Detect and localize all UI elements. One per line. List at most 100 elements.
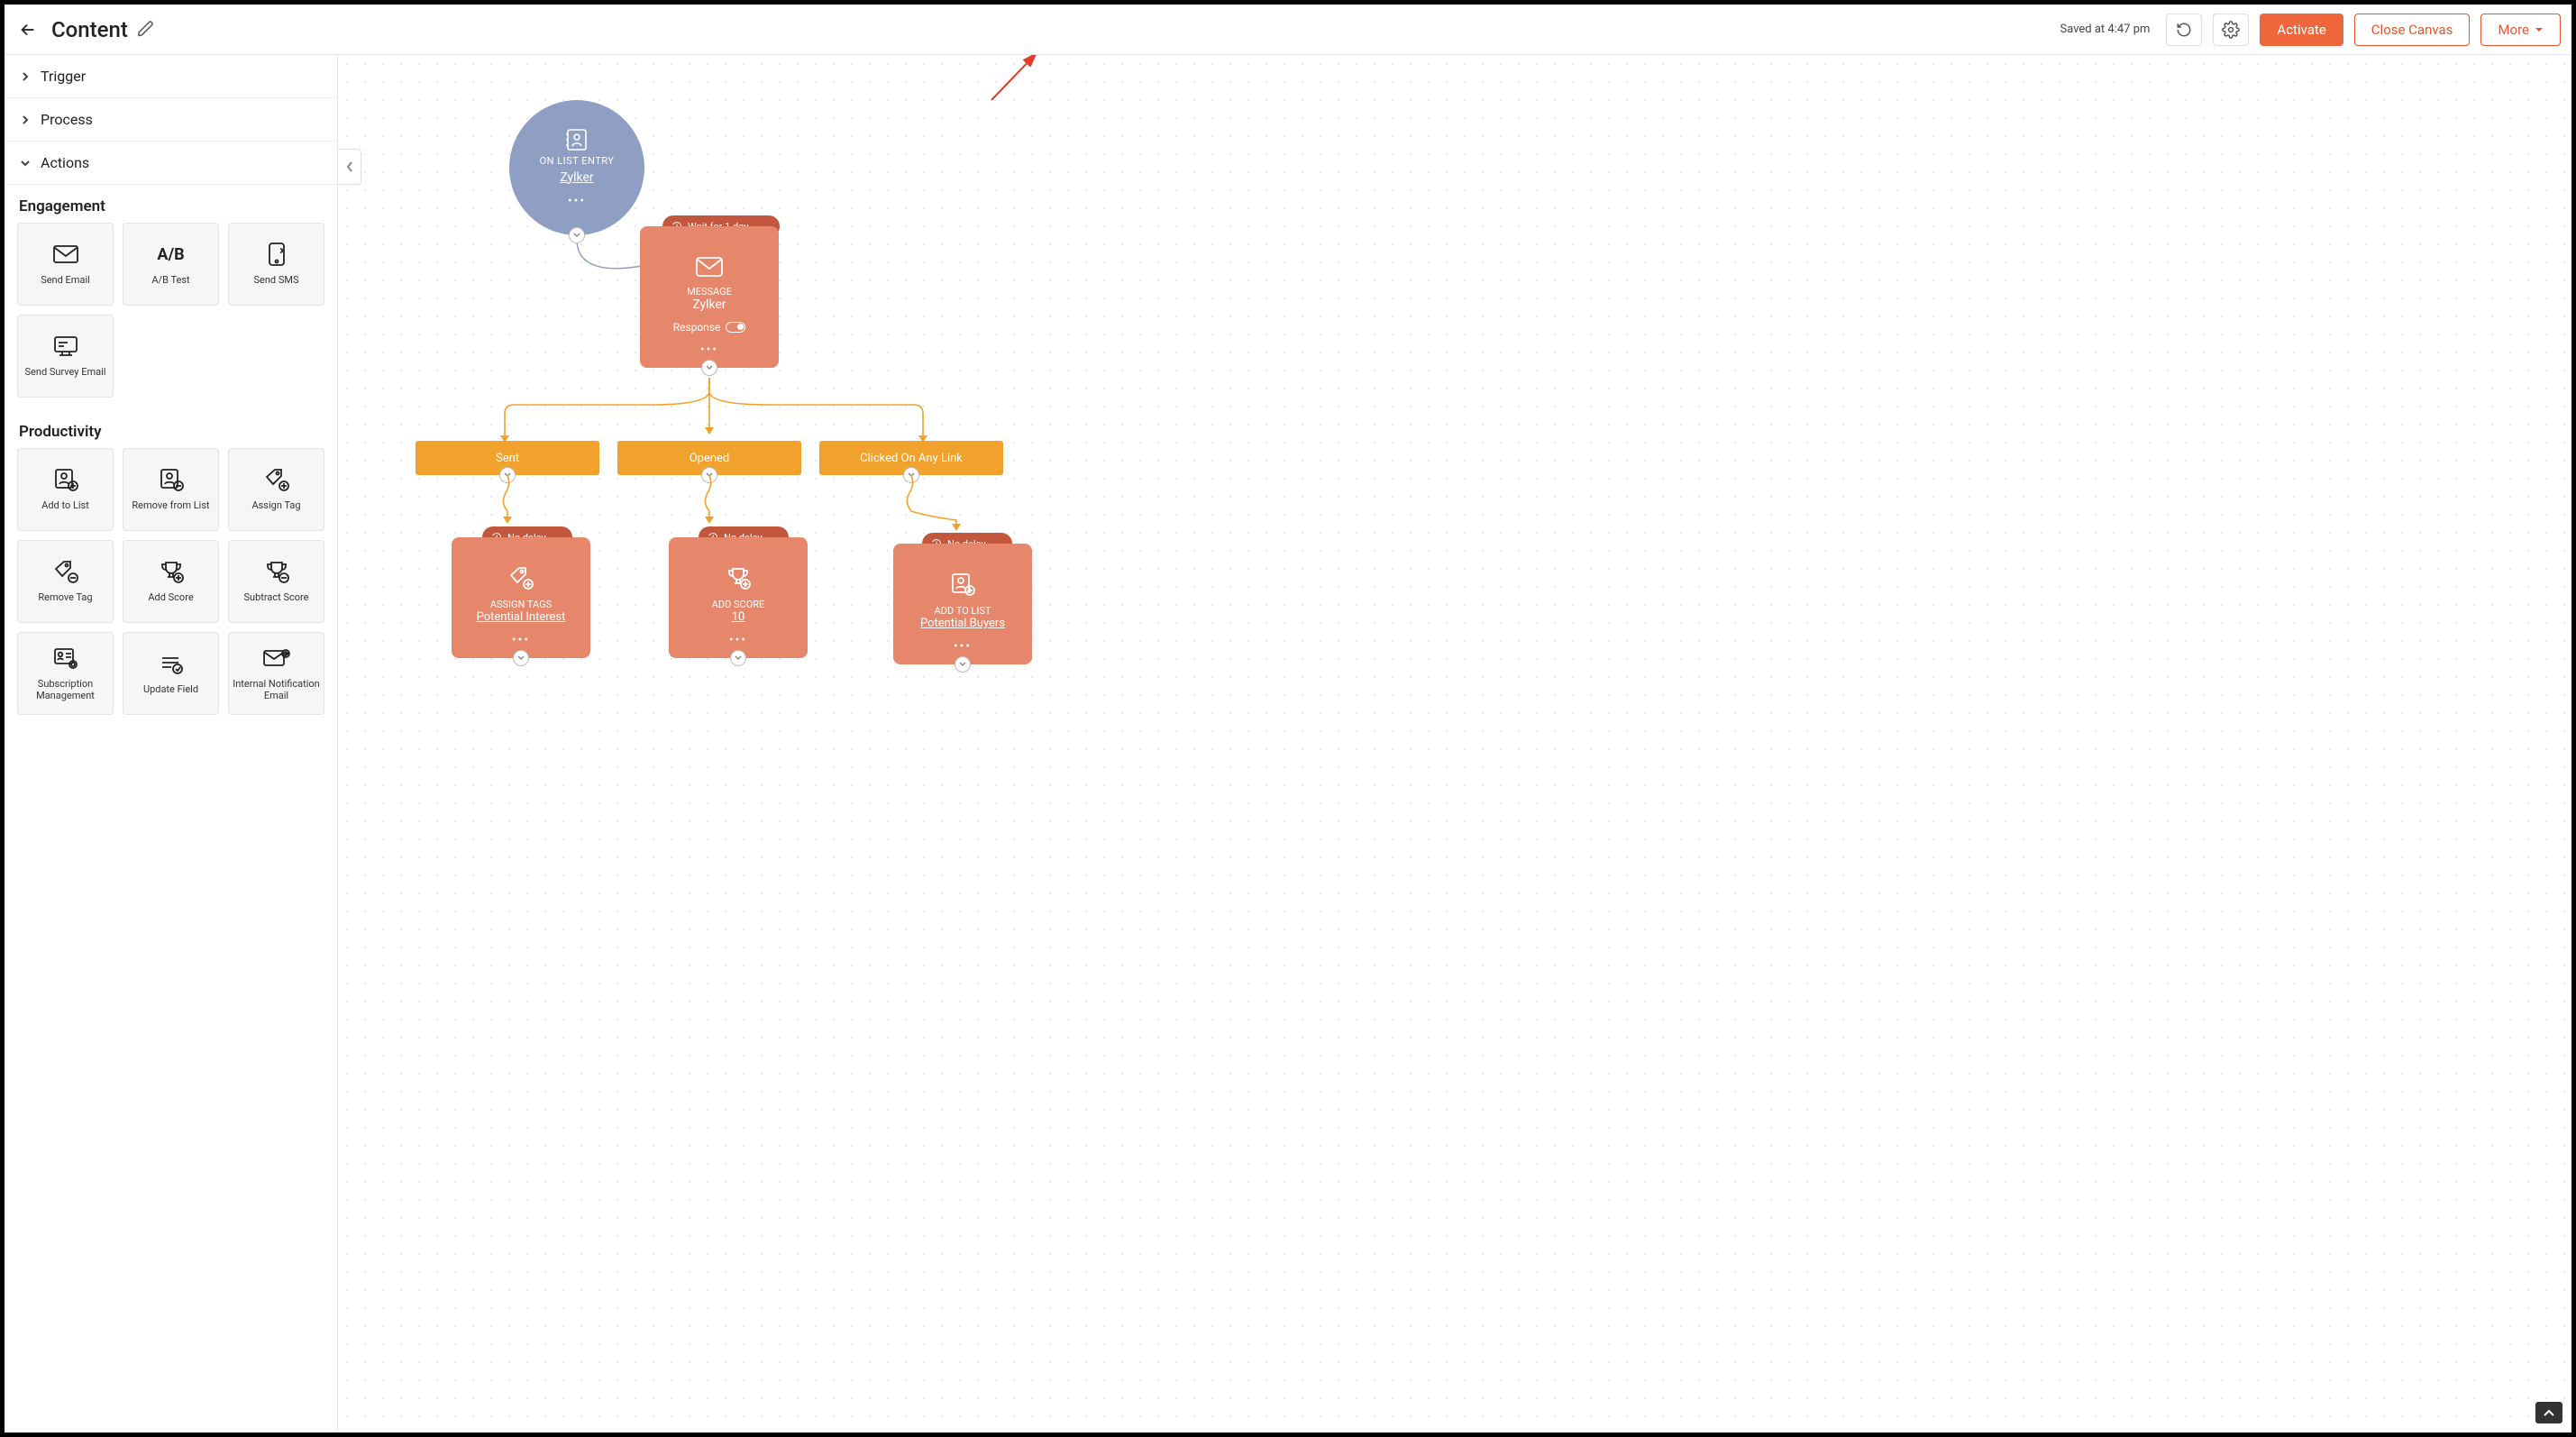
node-message[interactable]: MESSAGE Zylker Response ••• [640,226,779,368]
node-assign-tags[interactable]: ASSIGN TAGS Potential Interest ••• [452,537,590,658]
refresh-button[interactable] [2166,14,2202,46]
tile-subscription-management[interactable]: Subscription Management [17,632,114,715]
back-button[interactable] [15,17,41,42]
section-head-productivity: Productivity [5,410,337,448]
branch-clicked[interactable]: Clicked On Any Link [819,441,1003,475]
main: Trigger Process Actions Engagement Send … [5,55,2571,1432]
more-button[interactable]: More [2480,14,2561,46]
survey-icon [53,335,78,357]
trophy-subtract-icon [264,560,289,583]
branch-opened[interactable]: Opened [617,441,801,475]
notif-email-icon [263,648,290,668]
trigger-title: ON LIST ENTRY [540,155,615,167]
action-value: Potential Buyers [893,617,1032,630]
chevron-down-icon [572,231,581,240]
accordion-label: Process [41,111,93,128]
accordion-trigger[interactable]: Trigger [5,55,337,98]
productivity-grid: Add to List Remove from List Assign Tag … [5,448,337,728]
chevron-down-icon [907,471,916,480]
close-canvas-button[interactable]: Close Canvas [2354,14,2471,46]
tile-subtract-score[interactable]: Subtract Score [228,540,324,623]
canvas[interactable]: ON LIST ENTRY Zylker ••• Wait for 1 day … [338,55,2571,1432]
contact-icon [564,128,589,151]
tile-send-survey-email[interactable]: Send Survey Email [17,315,114,398]
tile-update-field[interactable]: Update Field [123,632,219,715]
more-dots-icon[interactable]: ••• [669,633,808,647]
title-wrap: Content [51,17,157,42]
engagement-grid: Send Email A/B A/B Test Send SMS Send Su… [5,223,337,410]
more-dots-icon[interactable]: ••• [568,194,586,208]
action-title: ADD TO LIST [893,605,1032,617]
edit-title-button[interactable] [137,20,157,40]
more-dots-icon[interactable]: ••• [893,639,1032,654]
header: Content Saved at 4:47 pm Activate Close … [5,5,2571,55]
action-value: 10 [669,610,808,624]
tag-add-icon [508,566,534,590]
action-title: ADD SCORE [669,599,808,610]
scroll-top-button[interactable] [2535,1402,2562,1423]
list-add-icon [53,468,78,491]
section-head-engagement: Engagement [5,185,337,223]
chevron-down-icon [958,660,967,669]
message-value: Zylker [640,297,779,312]
mail-icon [53,245,78,263]
tag-add-icon [264,468,289,491]
update-field-icon [159,653,184,674]
node-add-to-list[interactable]: ADD TO LIST Potential Buyers ••• [893,544,1032,664]
node-port[interactable] [701,467,717,483]
collapse-sidebar-button[interactable] [338,149,361,185]
ab-glyph-icon: A/B [158,242,185,267]
tile-send-sms[interactable]: Send SMS [228,223,324,306]
chevron-down-icon [503,471,512,480]
tile-remove-from-list[interactable]: Remove from List [123,448,219,531]
sidebar: Trigger Process Actions Engagement Send … [5,55,338,1432]
tile-add-score[interactable]: Add Score [123,540,219,623]
node-trigger[interactable]: ON LIST ENTRY Zylker ••• [509,100,644,235]
node-port[interactable] [513,650,529,666]
node-port[interactable] [569,227,585,243]
more-dots-icon[interactable]: ••• [452,633,590,647]
list-add-icon [950,572,975,596]
trigger-value: Zylker [560,170,593,185]
node-add-score[interactable]: ADD SCORE 10 ••• [669,537,808,658]
accordion-process[interactable]: Process [5,98,337,142]
chevron-down-icon [734,654,743,663]
node-port[interactable] [730,650,746,666]
saved-status: Saved at 4:47 pm [2060,23,2151,36]
chevron-down-icon [705,471,714,480]
action-title: ASSIGN TAGS [452,599,590,610]
toggle-icon [726,322,745,333]
chevron-down-icon [705,363,714,372]
refresh-icon [2176,22,2192,38]
accordion-label: Actions [41,154,89,171]
chevron-right-icon [20,71,31,82]
connector-line [904,475,976,534]
tile-send-email[interactable]: Send Email [17,223,114,306]
trophy-add-icon [159,560,184,583]
arrow-left-icon [18,20,38,40]
response-toggle[interactable]: Response [640,321,779,334]
tile-internal-notification-email[interactable]: Internal Notification Email [228,632,324,715]
activate-button[interactable]: Activate [2260,14,2343,46]
tile-remove-tag[interactable]: Remove Tag [17,540,114,623]
accordion-actions[interactable]: Actions [5,142,337,185]
node-port[interactable] [701,360,717,376]
message-title: MESSAGE [640,286,779,297]
node-port[interactable] [499,467,516,483]
tile-add-to-list[interactable]: Add to List [17,448,114,531]
tile-ab-test[interactable]: A/B A/B Test [123,223,219,306]
tile-assign-tag[interactable]: Assign Tag [228,448,324,531]
chevron-down-icon [516,654,525,663]
more-dots-icon[interactable]: ••• [640,343,779,357]
subscription-icon [53,647,78,669]
branch-sent[interactable]: Sent [416,441,599,475]
chevron-down-icon [20,158,31,169]
accordion-label: Trigger [41,68,86,85]
callout-arrow-icon [987,55,1050,109]
pencil-icon [137,20,155,38]
node-port[interactable] [955,656,971,673]
settings-button[interactable] [2213,14,2249,46]
tag-remove-icon [53,560,78,583]
node-port[interactable] [903,467,919,483]
chevron-right-icon [20,114,31,125]
